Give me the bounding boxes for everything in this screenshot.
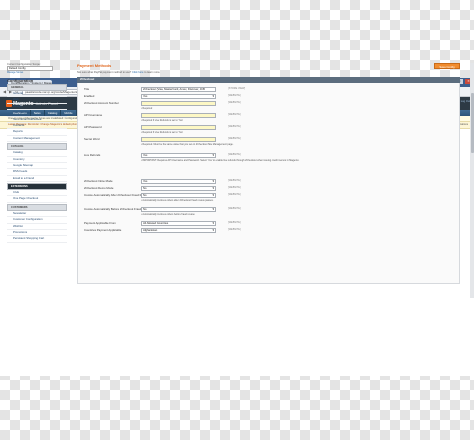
field-note: • Automatically invoices orders after 2C… <box>141 198 214 202</box>
save-config-button[interactable]: Save Config <box>434 63 460 69</box>
scrollbar-thumb[interactable] <box>470 93 474 153</box>
scope-label: Current Configuration Scope: <box>7 63 41 66</box>
field-scope: [WEBSITE] <box>228 206 241 210</box>
field-note: • Required. Must be the same value that … <box>141 142 234 146</box>
field-input[interactable] <box>141 124 216 130</box>
config-title: Configuration <box>7 78 34 83</box>
field-scope: [WEBSITE] <box>228 124 241 128</box>
field-scope: [WEBSITE] <box>228 185 241 189</box>
group-customers: CUSTOMERS <box>7 203 67 211</box>
sidebar-item-email-friend[interactable]: Email to a Friend <box>7 176 67 183</box>
paypal-note-text: Not sure what PayPal payment method to u… <box>77 71 132 74</box>
field-input[interactable]: 2Checkout (Visa, MasterCard, Amex, Disco… <box>141 86 216 92</box>
field-note: • Required if Live Refunds is set to 'Ye… <box>141 118 184 122</box>
field-input[interactable] <box>141 112 216 118</box>
field-select[interactable]: No <box>141 206 216 212</box>
field-label: Title <box>84 86 90 91</box>
field-scope: [STORE VIEW] <box>228 86 246 90</box>
field-label: 2Checkout Demo Mode <box>84 185 114 190</box>
field-scope: [WEBSITE] <box>228 178 241 182</box>
field-label: API Username <box>84 112 103 117</box>
field-scope: [WEBSITE] <box>228 192 241 196</box>
field-label: API Password <box>84 124 102 129</box>
sidebar-item-persistent-cart[interactable]: Persistent Shopping Cart <box>7 236 67 243</box>
page-scrollbar[interactable] <box>470 63 474 298</box>
page-title: Payment Methods <box>77 63 112 68</box>
field-scope: [WEBSITE] <box>228 100 241 104</box>
field-label: Enabled <box>84 93 95 98</box>
field-label: Invoice Automatically After 2Checkout Fr… <box>84 192 149 197</box>
field-scope: [WEBSITE] <box>228 93 241 97</box>
field-note: • Required <box>141 106 153 110</box>
field-label: Payment Applicable From <box>84 220 116 225</box>
field-select[interactable]: Yes <box>141 178 216 184</box>
paypal-click-here-link[interactable]: Click here <box>132 71 144 74</box>
field-label: Live Refunds <box>84 152 101 157</box>
field-select[interactable]: All Allowed Countries <box>141 220 216 226</box>
group-catalog: CATALOG <box>7 143 67 151</box>
field-scope: [WEBSITE] <box>228 152 241 156</box>
group-general: GENERAL <box>7 84 67 91</box>
main-content: Payment Methods Save Config Not sure wha… <box>77 63 460 298</box>
field-label: 2Checkout Account Number <box>84 100 119 105</box>
group-extensions: EXTENSIONS <box>7 183 67 191</box>
field-input[interactable] <box>141 136 216 142</box>
field-note: • Required if Live Refunds is set to 'Ye… <box>141 130 184 134</box>
field-select[interactable]: No <box>141 192 216 198</box>
field-input[interactable] <box>141 100 216 106</box>
logout-link[interactable]: Log Out <box>461 100 470 103</box>
field-select[interactable]: Afghanistan <box>141 227 216 233</box>
field-select[interactable]: Yes <box>141 93 216 99</box>
field-scope: [WEBSITE] <box>228 112 241 116</box>
field-scope: [WEBSITE] <box>228 136 241 140</box>
field-scope: [WEBSITE] <box>228 227 241 231</box>
field-note: • Automatically invoices orders before f… <box>141 212 195 216</box>
field-label: Countries Payment Applicable <box>84 227 122 232</box>
field-label: Secret Word <box>84 136 100 141</box>
manage-stores-link[interactable]: Manage Stores <box>7 71 67 74</box>
sidebar-item-one-page-checkout[interactable]: One Page Checkout <box>7 196 67 203</box>
payment-form: Title 2Checkout (Visa, MasterCard, Amex, … <box>77 82 460 284</box>
paypal-note: Not sure what PayPal payment method to u… <box>77 71 460 74</box>
config-sidebar: Current Configuration Scope: Default Con… <box>7 63 67 298</box>
field-scope: [WEBSITE] <box>228 220 241 224</box>
field-select[interactable]: Yes <box>141 152 216 158</box>
field-note: • IMPORTANT: Requires API Username and P… <box>141 158 300 162</box>
sidebar-item-content-management[interactable]: Content Management <box>7 136 67 143</box>
field-select[interactable]: No <box>141 185 216 191</box>
field-label: 2Checkout Inline Mode <box>84 178 113 183</box>
paypal-note-tail: to learn more. <box>144 71 161 74</box>
